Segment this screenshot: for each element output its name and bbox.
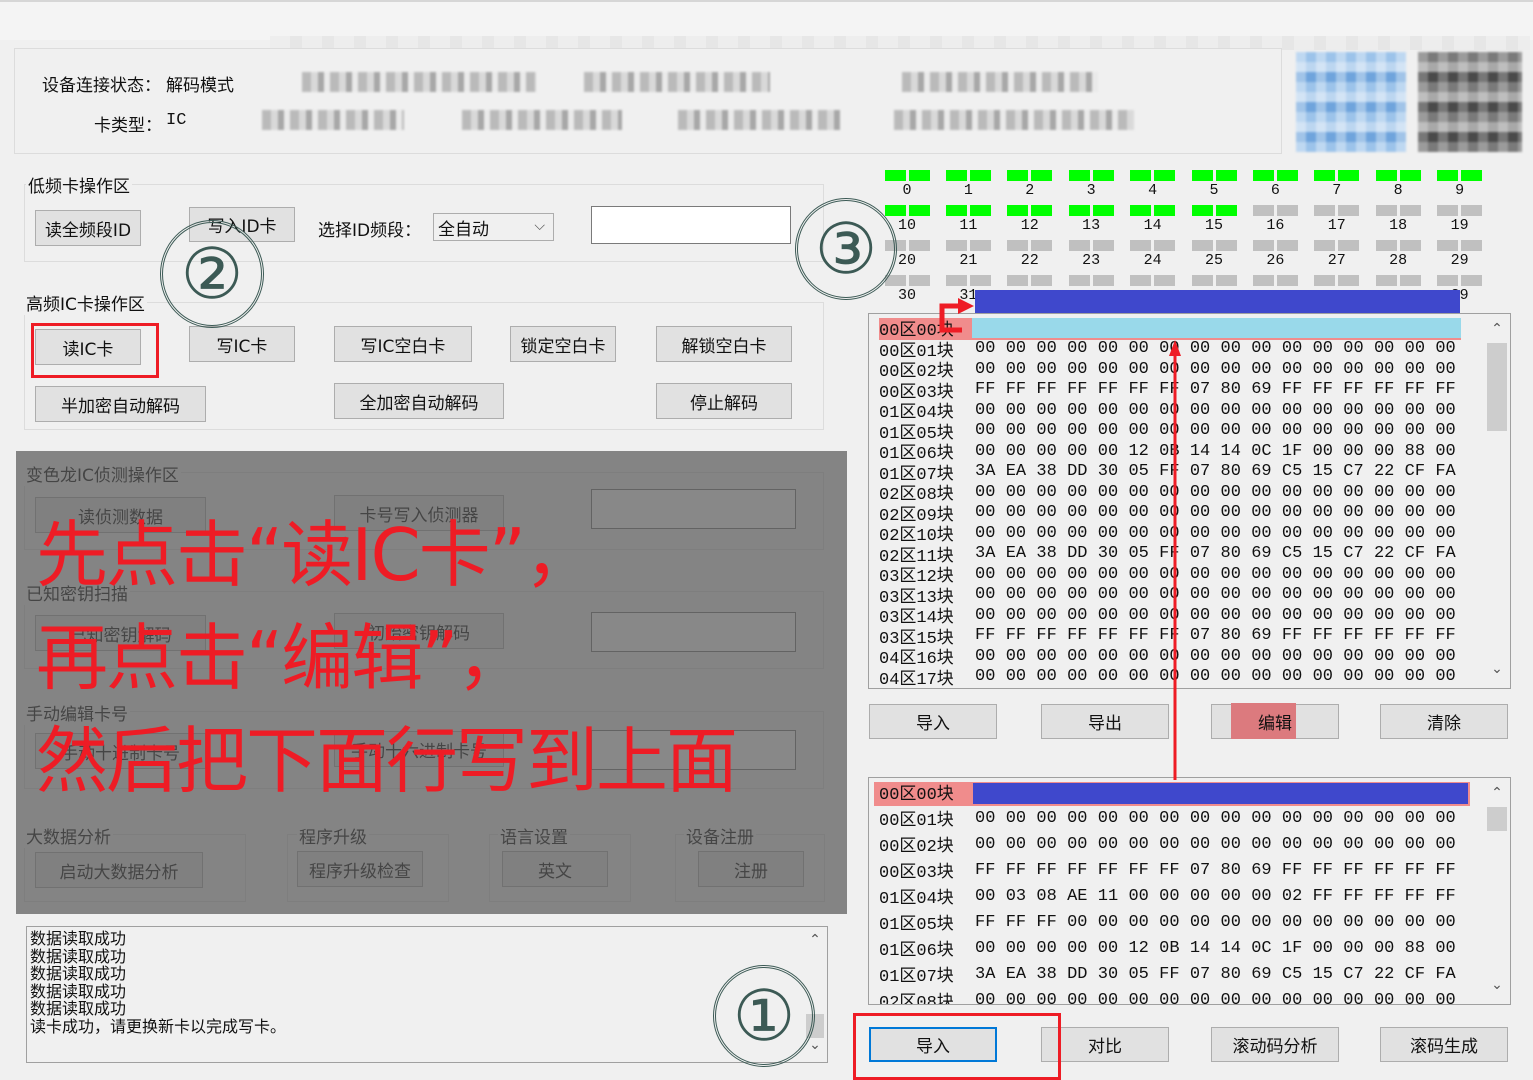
arrow-head <box>1169 340 1181 356</box>
annotation-arrow <box>939 298 1181 780</box>
elbow-arrow-head <box>958 298 974 314</box>
